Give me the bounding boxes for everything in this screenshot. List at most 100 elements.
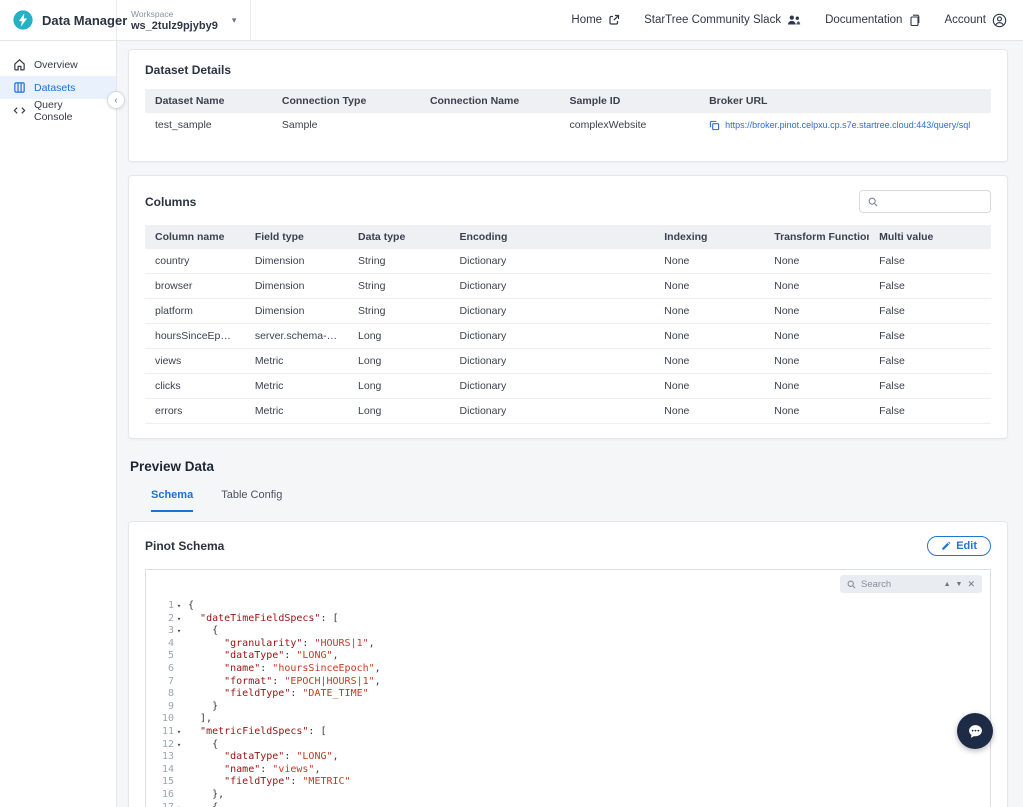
tab-schema[interactable]: Schema xyxy=(151,489,193,512)
nav-community-slack[interactable]: StarTree Community Slack xyxy=(644,14,801,26)
top-bar: Data Manager Workspace ws_2tulz9pjyby9 ▾… xyxy=(0,0,1023,41)
card-title: Columns xyxy=(145,195,196,209)
code-line: { xyxy=(184,625,990,638)
table-cell: False xyxy=(869,374,991,399)
search-prev-icon[interactable]: ▲ xyxy=(944,581,951,588)
code-line: "dateTimeFieldSpecs": [ xyxy=(184,613,990,626)
copy-icon[interactable] xyxy=(709,120,720,131)
chevron-down-icon: ▾ xyxy=(232,15,237,26)
search-next-icon[interactable]: ▼ xyxy=(956,581,963,588)
table-cell: False xyxy=(869,274,991,299)
column-header: Transform Function xyxy=(764,225,869,249)
header-nav: Home StarTree Community Slack Documentat… xyxy=(571,0,1023,40)
columns-card: Columns Column nameField typeData typeEn… xyxy=(128,175,1008,439)
code-line: ], xyxy=(184,713,990,726)
close-icon[interactable]: ✕ xyxy=(967,580,975,589)
app-title: Data Manager xyxy=(42,13,127,28)
pinot-schema-card: Pinot Schema Edit Search ▲ xyxy=(128,521,1008,807)
table-cell: None xyxy=(764,349,869,374)
column-header: Dataset Name xyxy=(145,89,272,113)
nav-home[interactable]: Home xyxy=(571,14,620,26)
dataset-name-cell: test_sample xyxy=(145,113,272,137)
sidebar-item-label: Datasets xyxy=(34,82,75,94)
nav-documentation[interactable]: Documentation xyxy=(825,14,920,27)
editor-search[interactable]: Search ▲ ▼ ✕ xyxy=(840,575,982,593)
line-number: 10 xyxy=(146,713,184,726)
table-header-row: Dataset NameConnection TypeConnection Na… xyxy=(145,89,991,113)
workspace-value: ws_2tulz9pjyby9 xyxy=(131,20,218,32)
card-title: Pinot Schema xyxy=(145,539,224,553)
table-cell: None xyxy=(654,374,764,399)
fold-gutter[interactable]: 2▾ xyxy=(146,613,184,626)
people-icon xyxy=(787,14,801,26)
table-cell: None xyxy=(654,299,764,324)
preview-tabs: Schema Table Config xyxy=(128,489,1008,512)
table-cell: None xyxy=(654,249,764,274)
nav-slack-label: StarTree Community Slack xyxy=(644,14,781,26)
code-line: "fieldType": "METRIC" xyxy=(184,776,990,789)
columns-table: Column nameField typeData typeEncodingIn… xyxy=(145,225,991,424)
broker-url-link[interactable]: https://broker.pinot.celpxu.cp.s7e.start… xyxy=(725,120,970,130)
startree-logo-icon xyxy=(12,9,34,31)
app-logo[interactable]: Data Manager xyxy=(0,0,117,40)
table-cell: country xyxy=(145,249,245,274)
code-line: "dataType": "LONG", xyxy=(184,751,990,764)
table-cell: Dictionary xyxy=(450,349,655,374)
table-row: clicksMetricLongDictionaryNoneNoneFalse xyxy=(145,374,991,399)
code-line: { xyxy=(184,802,990,807)
editor-toolbar: Search ▲ ▼ ✕ xyxy=(146,570,990,596)
edit-button-label: Edit xyxy=(956,540,977,552)
fold-gutter[interactable]: 12▾ xyxy=(146,739,184,752)
sidebar-collapse-button[interactable]: ‹ xyxy=(107,91,125,109)
code-line: "dataType": "LONG", xyxy=(184,650,990,663)
chat-bubble-icon xyxy=(967,723,984,740)
connection-type-cell: Sample xyxy=(272,113,420,137)
table-cell: Dimension xyxy=(245,249,348,274)
table-cell: Dictionary xyxy=(450,399,655,424)
table-row: viewsMetricLongDictionaryNoneNoneFalse xyxy=(145,349,991,374)
sidebar-item-query-console[interactable]: Query Console xyxy=(0,99,116,122)
person-icon xyxy=(992,13,1007,28)
external-link-icon xyxy=(608,14,620,26)
nav-account-label: Account xyxy=(944,14,986,26)
fold-gutter[interactable]: 1▾ xyxy=(146,600,184,613)
code-line: { xyxy=(184,600,990,613)
table-cell: False xyxy=(869,399,991,424)
pencil-icon xyxy=(941,541,951,551)
line-number: 16 xyxy=(146,789,184,802)
table-cell: None xyxy=(764,299,869,324)
table-cell: Dictionary xyxy=(450,299,655,324)
code-area[interactable]: 1▾{2▾ "dateTimeFieldSpecs": [3▾ {4 "gran… xyxy=(146,600,990,807)
table-cell: Long xyxy=(348,324,450,349)
nav-account[interactable]: Account xyxy=(944,13,1007,28)
table-cell: Metric xyxy=(245,399,348,424)
sidebar-item-label: Overview xyxy=(34,59,78,71)
columns-search-input[interactable] xyxy=(884,196,982,207)
fold-gutter[interactable]: 3▾ xyxy=(146,625,184,638)
table-cell: server.schema-field-ty... xyxy=(245,324,348,349)
edit-button[interactable]: Edit xyxy=(927,536,991,556)
column-header: Encoding xyxy=(450,225,655,249)
table-cell: Dictionary xyxy=(450,324,655,349)
sidebar-item-datasets[interactable]: Datasets xyxy=(0,76,116,99)
chat-widget-button[interactable] xyxy=(957,713,993,749)
table-row: test_sample Sample complexWebsite https:… xyxy=(145,113,991,137)
schema-code-editor[interactable]: Search ▲ ▼ ✕ 1▾{2▾ "dateTimeFieldSpecs":… xyxy=(145,569,991,807)
workspace-selector[interactable]: Workspace ws_2tulz9pjyby9 ▾ xyxy=(117,0,251,40)
line-number: 15 xyxy=(146,776,184,789)
code-line: } xyxy=(184,701,990,714)
line-number: 4 xyxy=(146,638,184,651)
columns-search[interactable] xyxy=(859,190,991,213)
table-cell: None xyxy=(764,374,869,399)
table-cell: String xyxy=(348,299,450,324)
code-line: "granularity": "HOURS|1", xyxy=(184,638,990,651)
table-cell: Long xyxy=(348,349,450,374)
fold-gutter[interactable]: 17▾ xyxy=(146,802,184,807)
table-cell: Dictionary xyxy=(450,249,655,274)
tab-table-config[interactable]: Table Config xyxy=(221,489,282,512)
fold-gutter[interactable]: 11▾ xyxy=(146,726,184,739)
line-number: 7 xyxy=(146,676,184,689)
sidebar-item-overview[interactable]: Overview xyxy=(0,53,116,76)
table-cell: Dictionary xyxy=(450,274,655,299)
sample-id-cell: complexWebsite xyxy=(560,113,700,137)
